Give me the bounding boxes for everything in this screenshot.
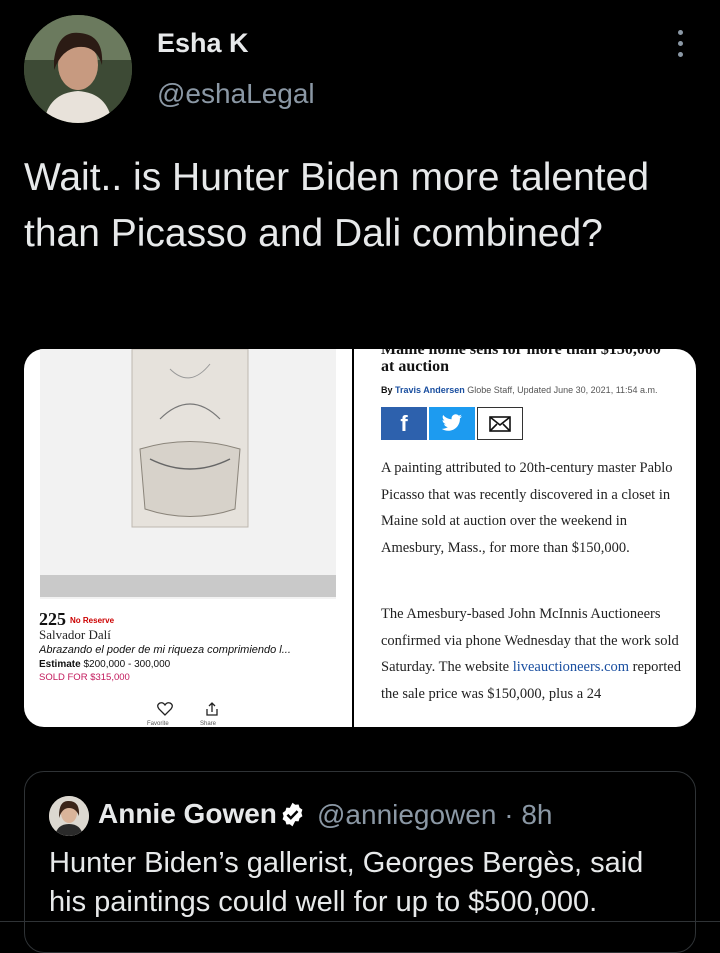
article-paragraph-1: A painting attributed to 20th-century ma… xyxy=(381,460,673,556)
auction-listing-image[interactable]: 225 No Reserve Salvador Dalí Abrazando el… xyxy=(24,349,352,727)
author-name[interactable]: Esha K xyxy=(157,28,249,59)
tweet-text: Wait.. is Hunter Biden more talented tha… xyxy=(24,156,650,255)
heart-icon[interactable] xyxy=(157,701,173,719)
article-byline: By Travis Andersen Globe Staff, Updated … xyxy=(381,385,658,395)
more-vertical-icon[interactable] xyxy=(670,30,690,64)
sold-price: SOLD FOR $315,000 xyxy=(39,672,130,683)
facebook-icon[interactable]: f xyxy=(381,407,427,440)
article-link[interactable]: liveauctioneers.com xyxy=(513,659,629,675)
verified-badge-icon xyxy=(279,801,306,828)
estimate: Estimate $200,000 - 300,000 xyxy=(39,659,171,670)
quote-author-name[interactable]: Annie Gowen xyxy=(98,798,277,830)
quote-text: Hunter Biden’s gallerist, Georges Bergès… xyxy=(49,847,644,918)
email-icon[interactable] xyxy=(477,407,523,440)
author-avatar[interactable] xyxy=(24,15,132,123)
quote-author-handle[interactable]: @anniegowen xyxy=(317,799,496,830)
quote-tweet[interactable]: Annie Gowen @anniegowen · 8h Hunter Bide… xyxy=(24,771,696,953)
author-handle[interactable]: @eshaLegal xyxy=(157,78,315,110)
divider xyxy=(0,921,720,922)
share-icon[interactable] xyxy=(204,701,220,717)
quote-author-avatar[interactable] xyxy=(49,796,89,836)
favorite-label: Favorite xyxy=(147,721,169,727)
artist-name: Salvador Dalí xyxy=(39,627,111,642)
quote-time: · 8h xyxy=(504,799,553,830)
artwork-title: Abrazando el poder de mi riqueza comprim… xyxy=(39,644,291,656)
lot-flag: No Reserve xyxy=(70,616,115,626)
news-article-image[interactable]: Maine home sells for more than $150,000 … xyxy=(354,349,696,727)
article-paragraph-2: The Amesbury-based John McInnis Auctione… xyxy=(381,606,681,702)
artwork-floor xyxy=(40,575,336,597)
share-label: Share xyxy=(200,721,217,727)
quote-author-meta: @anniegowen · 8h xyxy=(317,799,552,831)
twitter-icon[interactable] xyxy=(429,407,475,440)
tweet-media[interactable]: 225 No Reserve Salvador Dalí Abrazando el… xyxy=(24,349,696,727)
article-headline: at auction xyxy=(381,358,449,375)
artwork-photo xyxy=(40,349,336,599)
